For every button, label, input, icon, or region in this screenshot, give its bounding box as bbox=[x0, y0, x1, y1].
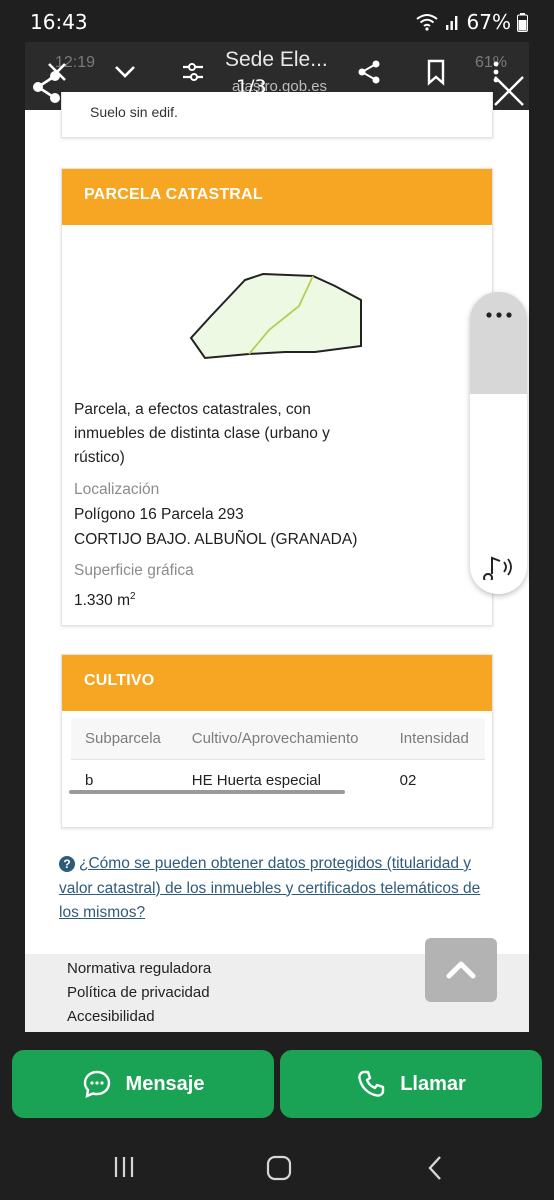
status-right: 67% bbox=[415, 10, 528, 34]
table-row: b HE Huerta especial 02 bbox=[71, 760, 485, 802]
action-bar: Mensaje Llamar bbox=[0, 1038, 554, 1131]
battery-icon bbox=[517, 12, 528, 32]
help-link-text[interactable]: ¿Cómo se pueden obtener datos protegidos… bbox=[59, 855, 480, 921]
share-icon[interactable] bbox=[30, 68, 64, 106]
phone-screen: 16:43 67% 12:19 61% Sede Ele... atastro.… bbox=[0, 0, 554, 1200]
message-label: Mensaje bbox=[125, 1072, 205, 1095]
chevron-up-icon bbox=[446, 961, 476, 979]
back-icon[interactable] bbox=[424, 1155, 446, 1181]
parcela-header: PARCELA CATASTRAL bbox=[62, 169, 492, 225]
wifi-icon bbox=[415, 14, 438, 31]
back-to-top-button[interactable] bbox=[425, 938, 497, 1002]
localizacion-line1: Polígono 16 Parcela 293 bbox=[74, 506, 244, 523]
table-scrollbar[interactable] bbox=[69, 790, 345, 794]
side-panel[interactable] bbox=[470, 292, 527, 594]
localizacion-label: Localización bbox=[74, 481, 160, 498]
side-panel-handle[interactable] bbox=[470, 292, 527, 394]
superficie-value-wrap: 1.330 m2 bbox=[74, 585, 136, 613]
superficie-unit-sup: 2 bbox=[130, 591, 136, 602]
footer-link-normativa[interactable]: Normativa reguladora bbox=[67, 960, 211, 977]
phone-icon bbox=[358, 1070, 385, 1097]
column-header: Subparcela bbox=[71, 718, 178, 760]
parcel-map bbox=[189, 272, 362, 360]
previous-card: Suelo sin edif. bbox=[61, 92, 493, 138]
signal-icon bbox=[445, 16, 457, 30]
recent-apps-icon[interactable] bbox=[112, 1155, 136, 1179]
close-icon[interactable] bbox=[490, 72, 528, 110]
cultivo-table: Subparcela Cultivo/Aprovechamiento Inten… bbox=[71, 718, 485, 801]
status-bar: 16:43 67% bbox=[0, 0, 554, 44]
browser-title: Sede Ele... bbox=[225, 48, 328, 71]
footer-link-accesibilidad[interactable]: Accesibilidad bbox=[67, 1008, 155, 1025]
home-icon[interactable] bbox=[266, 1155, 292, 1181]
more-horiz-icon[interactable] bbox=[484, 310, 514, 320]
column-header: Cultivo/Aprovechamiento bbox=[177, 718, 386, 760]
localizacion-line2: CORTIJO BAJO. ALBUÑOL (GRANADA) bbox=[74, 531, 358, 548]
parcela-card: PARCELA CATASTRAL bbox=[61, 168, 493, 626]
superficie-label: Superficie gráfica bbox=[74, 562, 194, 579]
tune-icon[interactable] bbox=[177, 56, 209, 88]
status-time: 16:43 bbox=[30, 10, 88, 34]
chevron-down-icon[interactable] bbox=[109, 56, 141, 88]
page-counter: 1/3 bbox=[236, 76, 267, 98]
navigation-bar bbox=[0, 1131, 554, 1200]
message-button[interactable]: Mensaje bbox=[12, 1050, 274, 1118]
question-icon: ? bbox=[59, 856, 75, 872]
call-label: Llamar bbox=[400, 1072, 466, 1095]
previous-card-text: Suelo sin edif. bbox=[90, 104, 178, 120]
screenshot-content: 12:19 61% Sede Ele... atastro.gob.es Sue… bbox=[25, 42, 529, 1032]
superficie-value: 1.330 m bbox=[74, 592, 131, 610]
column-header: Intensidad bbox=[385, 718, 485, 760]
help-link[interactable]: ? ¿Cómo se pueden obtener datos protegido… bbox=[59, 852, 499, 926]
table-cell: 02 bbox=[399, 772, 417, 789]
chat-icon bbox=[83, 1070, 110, 1098]
share-icon[interactable] bbox=[353, 56, 385, 88]
footer-link-privacidad[interactable]: Política de privacidad bbox=[67, 984, 210, 1001]
battery-percent: 67% bbox=[466, 10, 511, 34]
cultivo-header: CULTIVO bbox=[62, 655, 492, 711]
table-cell: HE Huerta especial bbox=[191, 772, 321, 789]
bookmark-icon[interactable] bbox=[420, 56, 452, 88]
parcela-description: Parcela, a efectos catastrales, con inmu… bbox=[74, 401, 330, 466]
cultivo-table-header-row: Subparcela Cultivo/Aprovechamiento Inten… bbox=[71, 718, 485, 760]
read-aloud-icon[interactable] bbox=[482, 554, 516, 580]
call-button[interactable]: Llamar bbox=[280, 1050, 542, 1118]
table-cell: b bbox=[85, 772, 94, 789]
